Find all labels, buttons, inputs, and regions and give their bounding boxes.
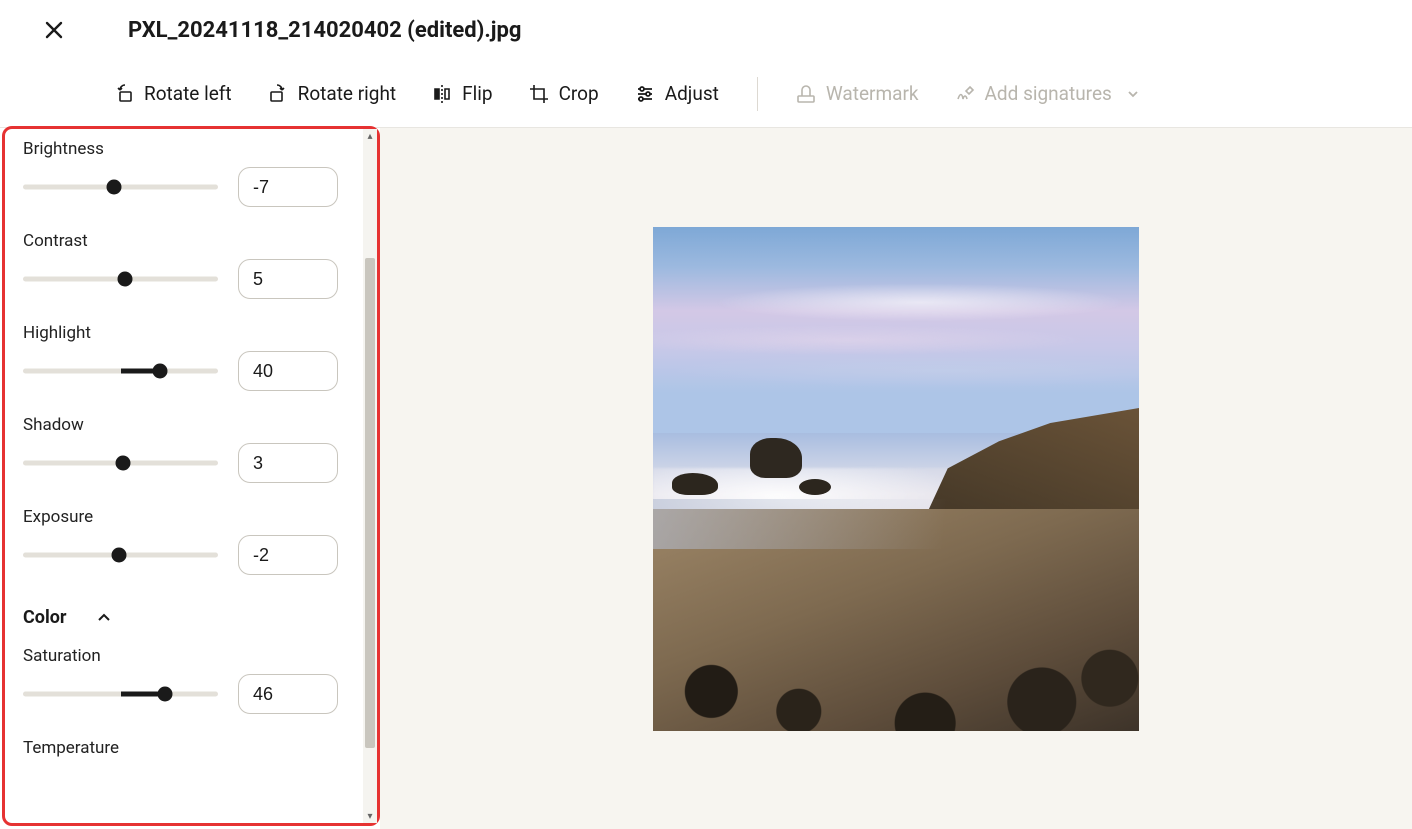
highlight-slider[interactable] xyxy=(23,361,218,381)
shadow-slider[interactable] xyxy=(23,453,218,473)
scroll-thumb[interactable] xyxy=(365,258,375,748)
exposure-control: Exposure xyxy=(23,507,363,575)
brightness-control: Brightness xyxy=(23,139,363,207)
contrast-slider[interactable] xyxy=(23,269,218,289)
toolbar-divider xyxy=(757,77,758,111)
crop-label: Crop xyxy=(559,82,599,105)
brightness-value-input[interactable] xyxy=(238,167,338,207)
shadow-value-input[interactable] xyxy=(238,443,338,483)
brightness-label: Brightness xyxy=(23,139,363,159)
color-section-toggle[interactable]: Color xyxy=(23,607,363,628)
scroll-down-arrow[interactable]: ▾ xyxy=(363,809,377,823)
contrast-label: Contrast xyxy=(23,231,363,251)
watermark-icon xyxy=(796,84,816,104)
highlight-label: Highlight xyxy=(23,323,363,343)
adjust-button[interactable]: Adjust xyxy=(631,76,723,111)
flip-label: Flip xyxy=(462,82,492,105)
image-preview xyxy=(653,227,1139,731)
highlight-value-input[interactable] xyxy=(238,351,338,391)
adjust-panel: Brightness Contrast Highligh xyxy=(2,126,380,826)
temperature-label: Temperature xyxy=(23,738,363,758)
exposure-label: Exposure xyxy=(23,507,363,527)
color-section-title: Color xyxy=(23,607,66,628)
scroll-track[interactable] xyxy=(363,143,377,809)
signature-icon xyxy=(955,84,975,104)
contrast-control: Contrast xyxy=(23,231,363,299)
toolbar: Rotate left Rotate right Flip Crop Adjus… xyxy=(0,60,1412,128)
add-signatures-label: Add signatures xyxy=(985,82,1112,105)
watermark-label: Watermark xyxy=(826,82,919,105)
watermark-button[interactable]: Watermark xyxy=(792,76,923,111)
contrast-value-input[interactable] xyxy=(238,259,338,299)
adjust-icon xyxy=(635,84,655,104)
flip-button[interactable]: Flip xyxy=(428,76,496,111)
crop-icon xyxy=(529,84,549,104)
filename-title: PXL_20241118_214020402 (edited).jpg xyxy=(128,18,521,43)
brightness-slider[interactable] xyxy=(23,177,218,197)
rotate-right-icon xyxy=(268,84,288,104)
rotate-left-icon xyxy=(114,84,134,104)
chevron-up-icon xyxy=(96,610,112,626)
saturation-control: Saturation xyxy=(23,646,363,714)
shadow-control: Shadow xyxy=(23,415,363,483)
saturation-value-input[interactable] xyxy=(238,674,338,714)
exposure-value-input[interactable] xyxy=(238,535,338,575)
content-area: Brightness Contrast Highligh xyxy=(0,128,1412,829)
preview-canvas-area xyxy=(380,128,1412,829)
rotate-right-label: Rotate right xyxy=(298,82,397,105)
top-bar: PXL_20241118_214020402 (edited).jpg xyxy=(0,0,1412,60)
crop-button[interactable]: Crop xyxy=(525,76,603,111)
exposure-slider[interactable] xyxy=(23,545,218,565)
close-button[interactable] xyxy=(40,16,68,44)
rotate-right-button[interactable]: Rotate right xyxy=(264,76,401,111)
chevron-down-icon xyxy=(1126,87,1140,101)
adjust-label: Adjust xyxy=(665,82,719,105)
add-signatures-button[interactable]: Add signatures xyxy=(951,76,1144,111)
adjust-panel-scroll: Brightness Contrast Highligh xyxy=(5,129,363,823)
rotate-left-label: Rotate left xyxy=(144,82,232,105)
scroll-up-arrow[interactable]: ▴ xyxy=(363,129,377,143)
temperature-control: Temperature xyxy=(23,738,363,758)
saturation-label: Saturation xyxy=(23,646,363,666)
shadow-label: Shadow xyxy=(23,415,363,435)
adjust-scrollbar[interactable]: ▴ ▾ xyxy=(363,129,377,823)
saturation-slider[interactable] xyxy=(23,684,218,704)
close-icon xyxy=(44,20,64,40)
flip-icon xyxy=(432,84,452,104)
highlight-control: Highlight xyxy=(23,323,363,391)
rotate-left-button[interactable]: Rotate left xyxy=(110,76,236,111)
